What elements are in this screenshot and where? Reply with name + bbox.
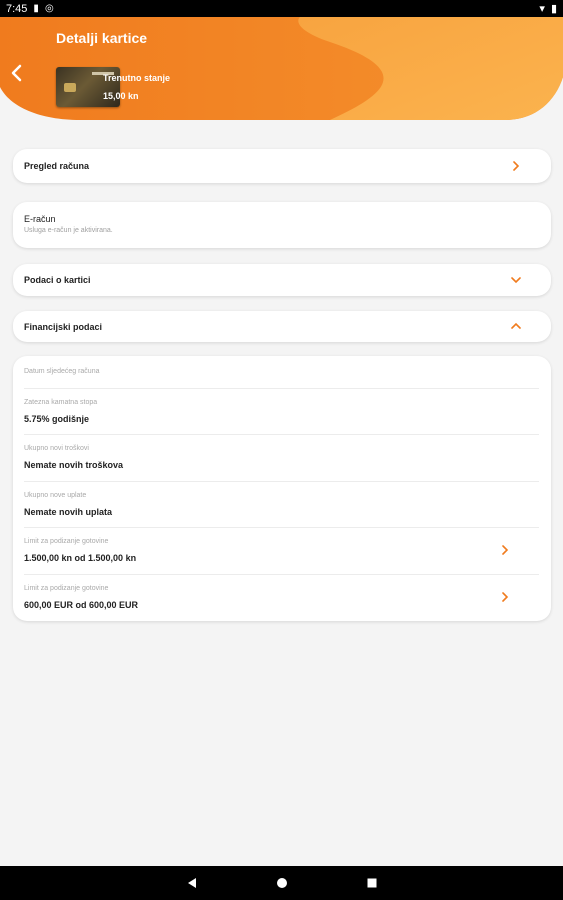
ebill-status: Usluga e-račun je aktivirana. [24, 227, 113, 234]
back-button[interactable] [6, 61, 26, 85]
detail-label: Ukupno nove uplate [24, 492, 87, 499]
battery-icon: ▮ [550, 3, 557, 15]
nav-recents-icon[interactable] [366, 877, 378, 889]
status-bar: 7:45 ▮ ◎ ▾ ▮ [0, 0, 563, 17]
detail-value: 1.500,00 kn od 1.500,00 kn [24, 553, 137, 563]
card-chip [64, 83, 76, 92]
chevron-right-icon [502, 545, 509, 555]
chevron-up-icon [511, 322, 521, 329]
card-data-label: Podaci o kartici [24, 275, 91, 285]
page-title: Detalji kartice [56, 30, 148, 46]
detail-value: Nemate novih troškova [24, 460, 124, 470]
divider [24, 388, 539, 389]
sim-icon: ▮ [33, 3, 39, 14]
account-overview-label: Pregled računa [24, 161, 90, 171]
detail-value: 600,00 EUR od 600,00 EUR [24, 600, 139, 610]
divider [24, 481, 539, 482]
chevron-down-icon [511, 277, 521, 284]
financial-data-label: Financijski podaci [24, 322, 103, 332]
notification-icon: ◎ [44, 3, 54, 14]
detail-value: 5.75% godišnje [24, 414, 90, 424]
detail-value: Nemate novih uplata [24, 507, 113, 517]
divider [24, 527, 539, 528]
ebill-row[interactable]: E-račun Usluga e-račun je aktivirana. [13, 202, 551, 248]
divider [24, 574, 539, 575]
detail-label: Ukupno novi troškovi [24, 445, 89, 452]
divider [24, 434, 539, 435]
wifi-icon: ▾ [539, 3, 545, 15]
detail-label: Limit za podizanje gotovine [24, 585, 109, 592]
detail-label: Limit za podizanje gotovine [24, 538, 109, 545]
chevron-right-icon [513, 161, 520, 171]
system-nav-bar [0, 866, 563, 900]
account-overview-row[interactable]: Pregled računa [13, 149, 551, 183]
balance-label: Trenutno stanje [103, 73, 171, 83]
status-time: 7:45 [6, 2, 28, 15]
financial-details-panel: Datum sljedećeg računa Zatezna kamatna s… [13, 356, 551, 621]
detail-label: Datum sljedećeg računa [24, 368, 100, 375]
detail-label: Zatezna kamatna stopa [24, 399, 98, 406]
nav-home-icon[interactable] [276, 877, 288, 889]
header: Detalji kartice Trenutno stanje 15,00 kn [0, 17, 563, 120]
chevron-left-icon [11, 64, 22, 82]
balance-value: 15,00 kn [103, 91, 139, 101]
ebill-label: E-račun [24, 214, 56, 224]
financial-data-row[interactable]: Financijski podaci [13, 311, 551, 342]
card-data-row[interactable]: Podaci o kartici [13, 264, 551, 296]
nav-back-icon[interactable] [186, 877, 198, 889]
chevron-right-icon [502, 592, 509, 602]
